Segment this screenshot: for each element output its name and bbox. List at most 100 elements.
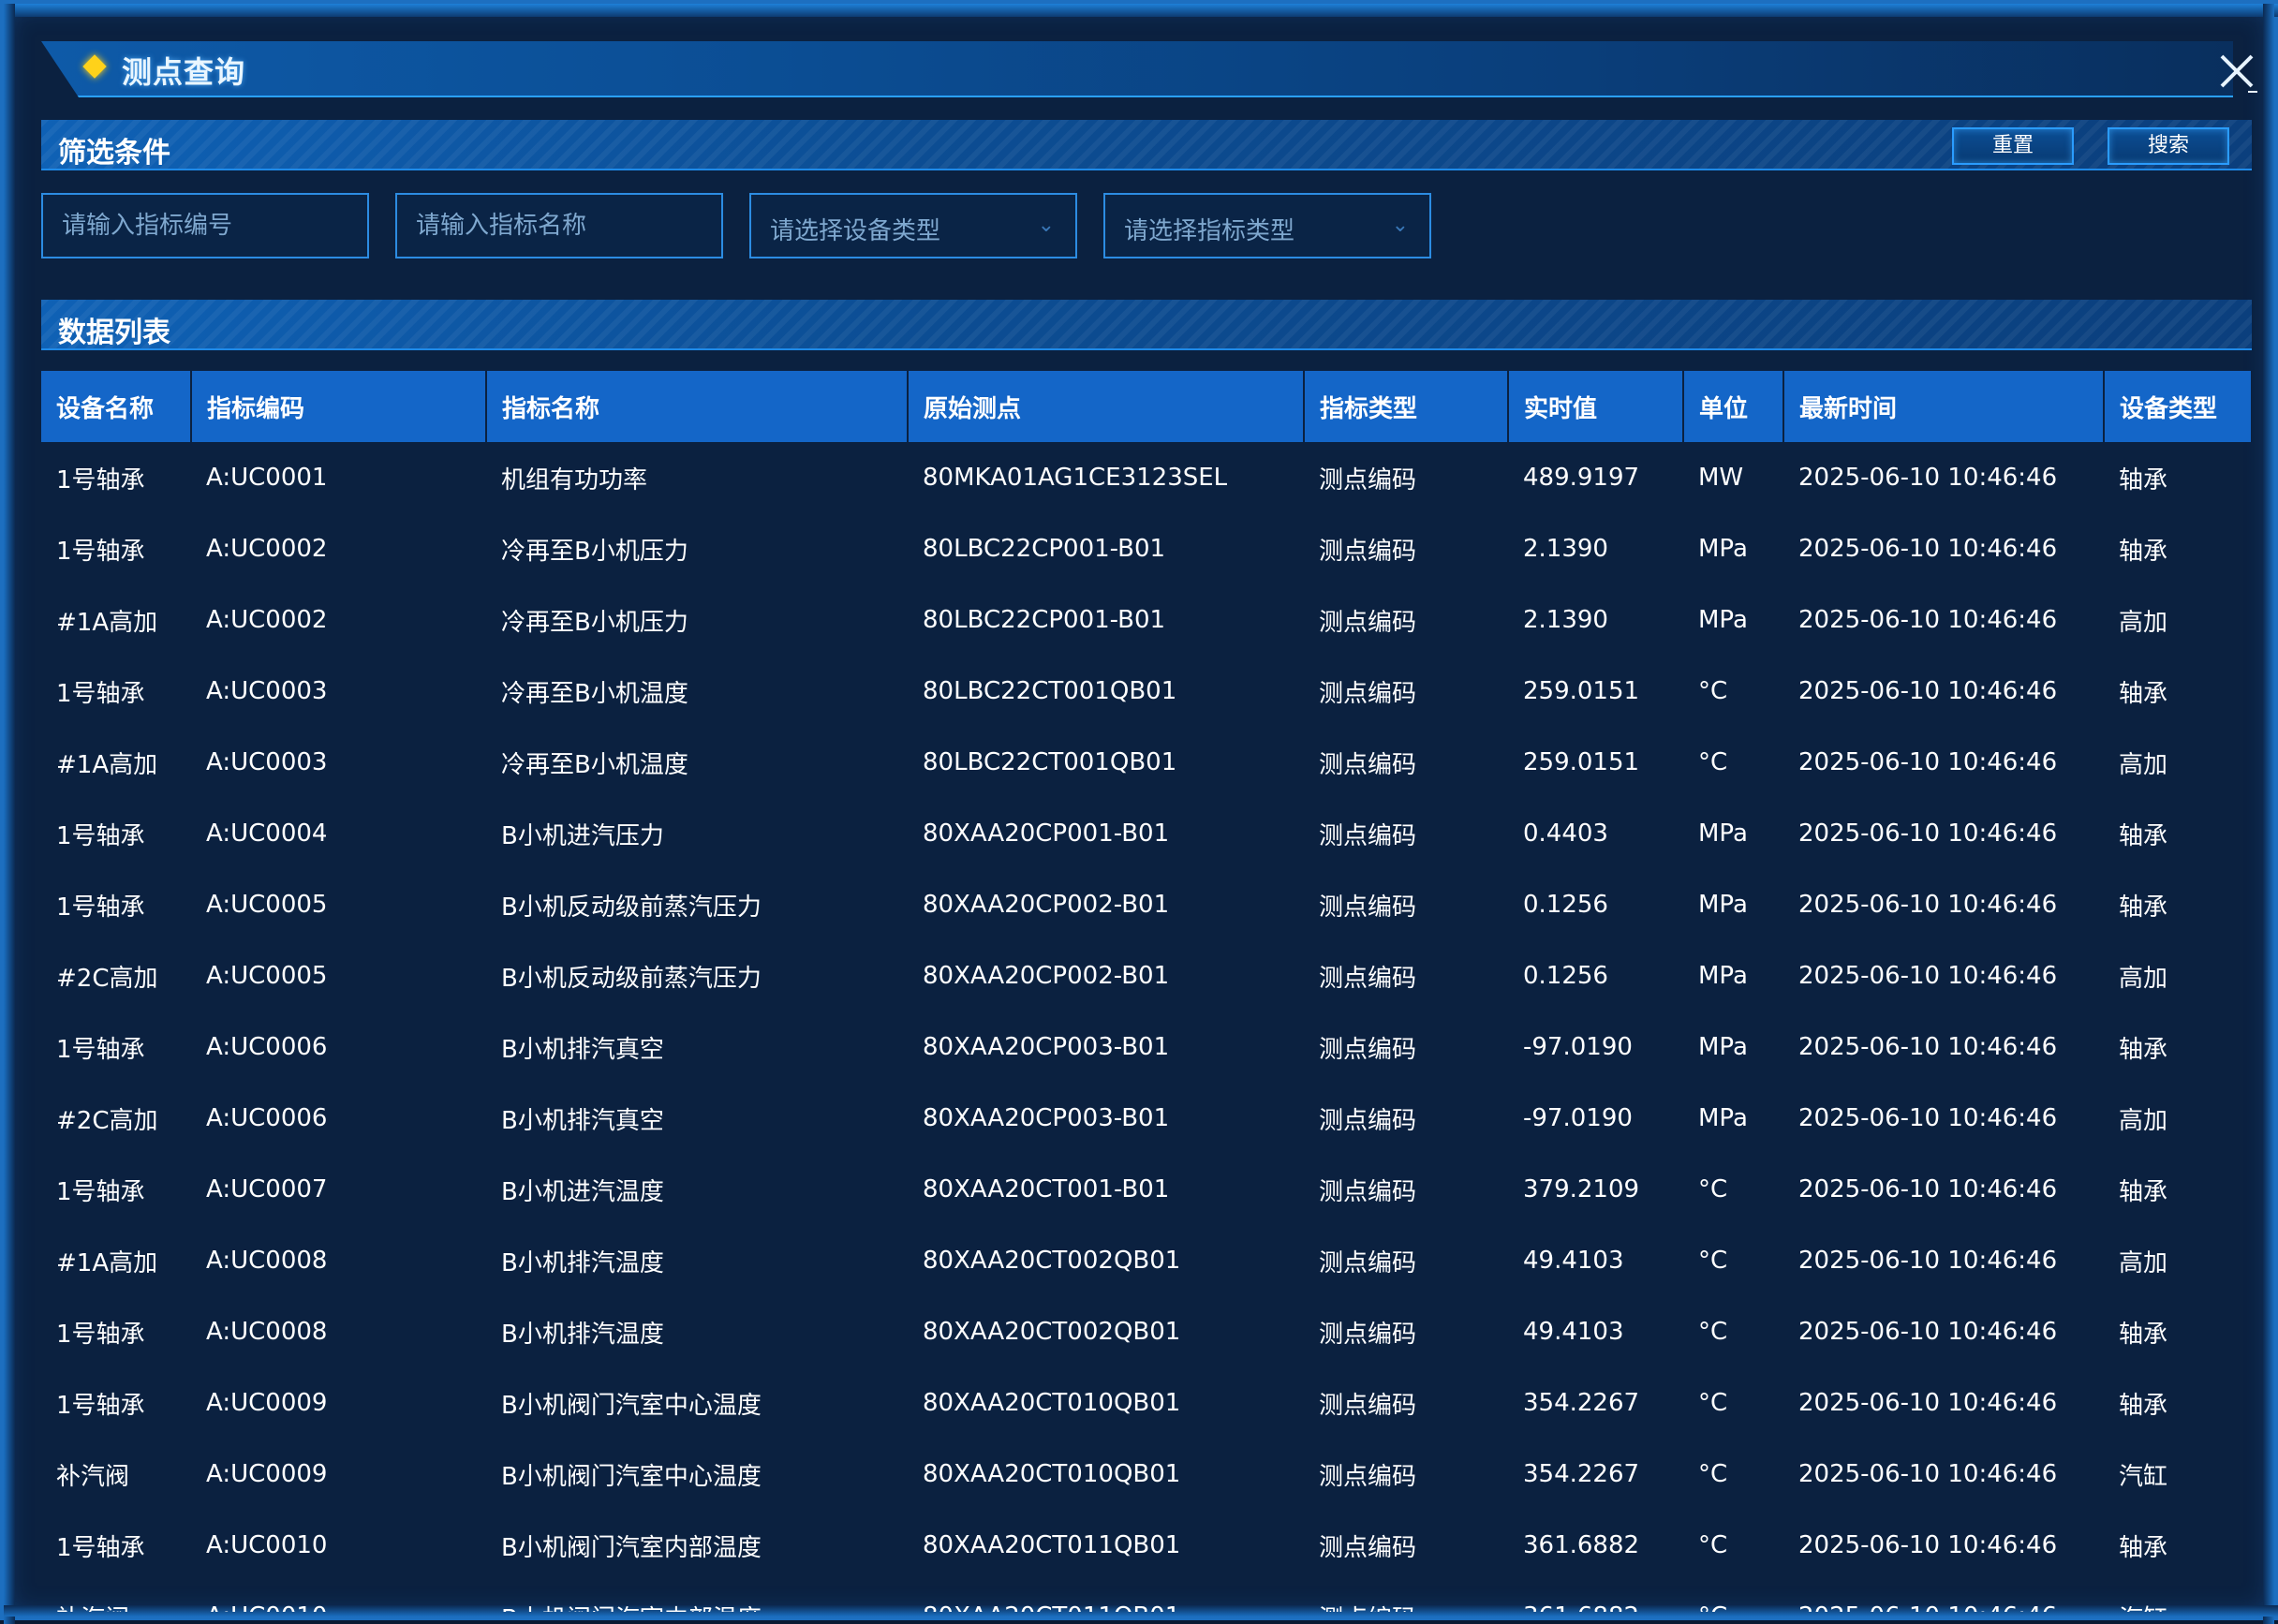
table-cell: B小机进汽温度 <box>501 1177 664 1206</box>
table-cell: B小机排汽温度 <box>501 1248 664 1277</box>
table-row[interactable]: 1号轴承 A:UC0001 机组有功功率 80MKA01AG1CE3123SEL 测点编… <box>41 442 2252 513</box>
table-cell: 80XAA20CT011QB01 <box>908 1581 1304 1612</box>
table-row[interactable]: 1号轴承 A:UC0005 B小机反动级前蒸汽压力 80XAA20CP002-B01 测… <box>41 869 2252 940</box>
table-cell: 2025-06-10 10:46:46 <box>1798 891 2058 919</box>
table-cell: 354.2267 <box>1523 1389 1640 1417</box>
column-header[interactable]: 最新时间 <box>1783 371 2105 442</box>
table-row[interactable]: 1号轴承 A:UC0010 B小机阀门汽室内部温度 80XAA20CT011QB01 测… <box>41 1510 2252 1581</box>
table-cell: 测点编码 <box>1319 679 1417 708</box>
column-header[interactable]: 指标名称 <box>486 371 909 442</box>
table-cell: 80XAA20CP003-B01 <box>923 1033 1170 1061</box>
table-cell: 冷再至B小机压力 <box>501 537 688 566</box>
table-cell: 2025-06-10 10:46:46 <box>1798 1104 2058 1132</box>
indicator-name-field <box>395 193 723 258</box>
table-cell: 测点编码 <box>1319 1533 1417 1562</box>
table-cell: 高加 <box>2119 1106 2168 1135</box>
table-cell: 80XAA20CP002-B01 <box>923 962 1170 990</box>
table-row[interactable]: 1号轴承 A:UC0008 B小机排汽温度 80XAA20CT002QB01 测点编码 4… <box>41 1296 2252 1367</box>
table-cell: 2025-06-10 10:46:46 <box>1798 962 2058 990</box>
table-row[interactable]: #2C高加 A:UC0006 B小机排汽真空 80XAA20CP003-B01 测点编码… <box>41 1083 2252 1154</box>
table-cell: °C <box>1698 1389 1728 1417</box>
table-cell: 测点编码 <box>1319 1248 1417 1277</box>
table-cell: B小机排汽真空 <box>501 1035 664 1064</box>
table-cell: 2025-06-10 10:46:46 <box>1798 1460 2058 1488</box>
table-cell: A:UC0005 <box>206 891 328 919</box>
chevron-down-icon: ⌄ <box>1391 214 1409 237</box>
column-header[interactable]: 实时值 <box>1508 371 1684 442</box>
table-cell: #1A高加 <box>56 608 158 637</box>
table-cell: °C <box>1698 1460 1728 1488</box>
table-cell: 361.6882 <box>1508 1581 1683 1612</box>
reset-button[interactable]: 重置 <box>1952 127 2074 165</box>
table-cell: 1号轴承 <box>56 537 145 566</box>
device-type-placeholder: 请选择设备类型 <box>770 217 941 245</box>
table-row[interactable]: 1号轴承 A:UC0007 B小机进汽温度 80XAA20CT001-B01 测点编码 3… <box>41 1154 2252 1225</box>
table-cell: 80LBC22CT001QB01 <box>923 748 1177 776</box>
table-cell: #2C高加 <box>56 964 158 993</box>
table-cell: 高加 <box>2119 750 2168 779</box>
column-header[interactable]: 原始测点 <box>908 371 1305 442</box>
table-cell: 2025-06-10 10:46:46 <box>1783 1581 2104 1612</box>
column-header[interactable]: 指标编码 <box>191 371 487 442</box>
table-cell: 轴承 <box>2119 537 2168 566</box>
table-cell: °C <box>1698 1175 1728 1203</box>
close-button[interactable] <box>2214 49 2259 94</box>
table-cell: 1号轴承 <box>56 1177 145 1206</box>
table-cell: 2025-06-10 10:46:46 <box>1798 748 2058 776</box>
indicator-type-select[interactable]: 请选择指标类型 ⌄ <box>1103 193 1431 258</box>
table-row[interactable]: 1号轴承 A:UC0002 冷再至B小机压力 80LBC22CP001-B01 测点编码… <box>41 513 2252 584</box>
table-cell: B小机排汽温度 <box>501 1320 664 1349</box>
table-cell: A:UC0003 <box>206 748 328 776</box>
table-row[interactable]: 1号轴承 A:UC0006 B小机排汽真空 80XAA20CP003-B01 测点编码 -… <box>41 1011 2252 1083</box>
device-type-select[interactable]: 请选择设备类型 ⌄ <box>749 193 1077 258</box>
table-cell: A:UC0006 <box>206 1033 328 1061</box>
table-cell: A:UC0002 <box>206 535 328 563</box>
table-cell: 80XAA20CP003-B01 <box>923 1104 1170 1132</box>
table-cell: °C <box>1698 1531 1728 1559</box>
table-row[interactable]: 补汽阀A:UC0010B小机阀门汽室内部温度80XAA20CT011QB01测点… <box>41 1581 2252 1612</box>
table-row[interactable]: #2C高加 A:UC0005 B小机反动级前蒸汽压力 80XAA20CP002-B01… <box>41 940 2252 1011</box>
table-cell: A:UC0002 <box>206 606 328 634</box>
table-cell: 轴承 <box>2119 1035 2168 1064</box>
table-cell: 259.0151 <box>1523 748 1640 776</box>
table-row[interactable]: #1A高加 A:UC0002 冷再至B小机压力 80LBC22CP001-B01 测点编… <box>41 584 2252 656</box>
table-cell: 2025-06-10 10:46:46 <box>1798 1247 2058 1275</box>
data-list-section-header: 数据列表 <box>41 300 2252 350</box>
table-cell: 汽缸 <box>2119 1462 2168 1491</box>
table-cell: A:UC0004 <box>206 819 328 848</box>
search-button[interactable]: 搜索 <box>2108 127 2229 165</box>
column-header[interactable]: 指标类型 <box>1304 371 1509 442</box>
table-row[interactable]: 1号轴承 A:UC0004 B小机进汽压力 80XAA20CP001-B01 测点编码 0… <box>41 798 2252 869</box>
table-cell: MPa <box>1698 535 1748 563</box>
table-row[interactable]: 补汽阀 A:UC0009 B小机阀门汽室中心温度 80XAA20CT010QB01 测点… <box>41 1439 2252 1510</box>
table-cell: 补汽阀 <box>41 1581 191 1613</box>
table-row[interactable]: 1号轴承 A:UC0009 B小机阀门汽室中心温度 80XAA20CT010QB01 测… <box>41 1367 2252 1439</box>
table-cell: 轴承 <box>2119 1391 2168 1420</box>
table-cell: 49.4103 <box>1523 1247 1624 1275</box>
table-cell: °C <box>1698 1247 1728 1275</box>
table-cell: °C <box>1683 1581 1783 1612</box>
table-row[interactable]: #1A高加 A:UC0003 冷再至B小机温度 80LBC22CT001QB01 测点编… <box>41 727 2252 798</box>
table-cell: 1号轴承 <box>56 893 145 922</box>
table-cell: 80XAA20CP001-B01 <box>923 819 1170 848</box>
table-cell: 测点编码 <box>1319 893 1417 922</box>
table-cell: 0.1256 <box>1523 891 1608 919</box>
table-cell: B小机排汽真空 <box>501 1106 664 1135</box>
indicator-name-input[interactable] <box>397 195 721 257</box>
table-cell: 冷再至B小机温度 <box>501 750 688 779</box>
data-table-container[interactable]: 设备名称 指标编码 指标名称 原始测点 指标类型 实时值 单位 最新时间 设备类… <box>41 371 2252 1612</box>
table-cell: MPa <box>1698 606 1748 634</box>
table-cell: B小机阀门汽室中心温度 <box>501 1462 762 1491</box>
table-cell: 2025-06-10 10:46:46 <box>1798 1033 2058 1061</box>
table-row[interactable]: #1A高加 A:UC0008 B小机排汽温度 80XAA20CT002QB01 测点编码… <box>41 1225 2252 1296</box>
table-cell: B小机反动级前蒸汽压力 <box>501 893 762 922</box>
table-row[interactable]: 1号轴承 A:UC0003 冷再至B小机温度 80LBC22CT001QB01 测点编码… <box>41 656 2252 727</box>
column-header[interactable]: 单位 <box>1683 371 1784 442</box>
table-cell: 冷再至B小机温度 <box>501 679 688 708</box>
table-cell: 测点编码 <box>1319 608 1417 637</box>
column-header[interactable]: 设备类型 <box>2104 371 2252 442</box>
table-cell: 1号轴承 <box>56 1035 145 1064</box>
table-cell: B小机阀门汽室内部温度 <box>486 1581 908 1613</box>
indicator-code-input[interactable] <box>43 195 367 257</box>
column-header[interactable]: 设备名称 <box>41 371 192 442</box>
